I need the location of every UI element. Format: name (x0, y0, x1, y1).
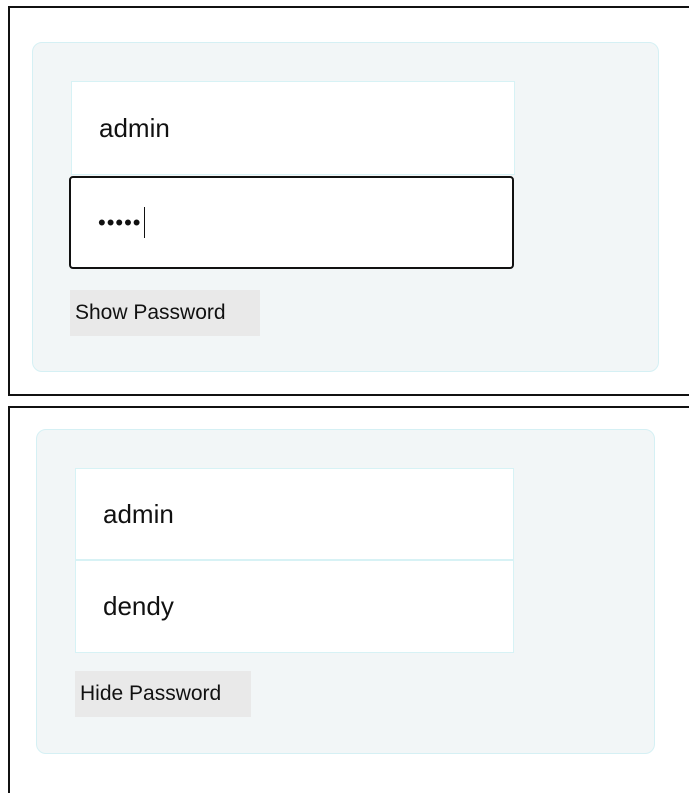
username-value: admin (103, 498, 174, 529)
username-field[interactable]: admin (71, 81, 515, 175)
text-caret (143, 207, 145, 238)
show-password-button[interactable]: Show Password (70, 290, 260, 336)
password-plain-value: dendy (103, 591, 174, 621)
screenshot-panel-masked: admin ••••• Show Password (8, 6, 689, 396)
username-value: admin (99, 112, 170, 143)
password-masked-value: ••••• (98, 209, 142, 235)
hide-password-button[interactable]: Hide Password (75, 671, 251, 717)
login-card: admin ••••• Show Password (32, 42, 659, 372)
login-card: admin dendy Hide Password (36, 429, 655, 754)
screenshot-panel-revealed: admin dendy Hide Password (8, 406, 689, 793)
username-field[interactable]: admin (75, 468, 514, 560)
password-field[interactable]: dendy (75, 560, 514, 653)
password-field-focused[interactable]: ••••• (69, 176, 514, 269)
